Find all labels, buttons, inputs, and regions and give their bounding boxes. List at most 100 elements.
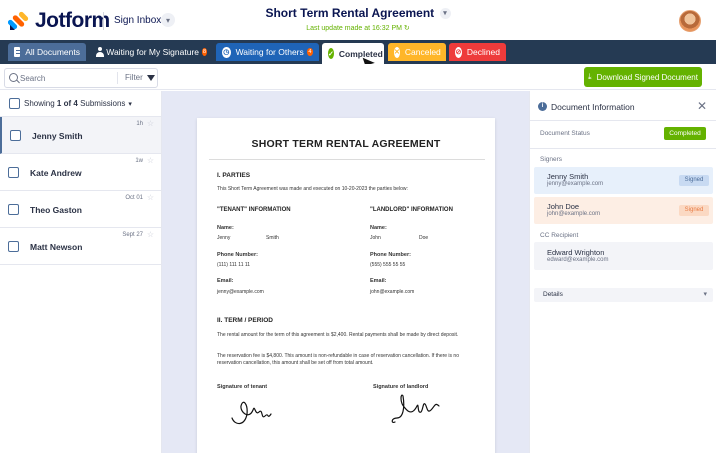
submission-date: Oct 01 [125, 195, 143, 201]
close-icon[interactable]: ✕ [697, 99, 707, 113]
signer-email: john@example.com [547, 211, 601, 217]
landlord-last-name: Doe [419, 235, 429, 241]
cc-recipient-card[interactable]: Edward Wrighton edward@example.com [534, 242, 713, 270]
chevron-down-icon: ▾ [703, 291, 707, 298]
row-checkbox[interactable] [8, 204, 19, 215]
download-label: Download Signed Document [596, 72, 698, 82]
showing-prefix: Showing [24, 99, 55, 108]
tab-canceled[interactable]: ✕ Canceled [388, 43, 446, 61]
search-input[interactable] [20, 69, 110, 87]
filter-button[interactable]: Filter [125, 73, 155, 82]
signed-badge: Signed [679, 175, 709, 186]
parties-text: This Short Term Agreement was made and e… [217, 186, 408, 192]
last-update-label: Last update made at 16:32 PM [306, 25, 402, 32]
tab-waiting-for-my-signature[interactable]: Waiting for My Signature 8 [89, 43, 213, 61]
star-icon[interactable]: ☆ [147, 119, 154, 128]
list-item[interactable]: Matt Newson Sept 27 ☆ [0, 228, 161, 265]
signers-label: Signers [540, 156, 563, 163]
cc-recipient-label: CC Recipient [540, 232, 579, 239]
list-item[interactable]: Kate Andrew 1w ☆ [0, 154, 161, 191]
parties-heading: I. PARTIES [217, 172, 251, 179]
document-page: SHORT TERM RENTAL AGREEMENT I. PARTIES T… [197, 118, 495, 453]
submission-date: 1h [136, 121, 143, 127]
document-status-label: Document Status [540, 130, 590, 137]
submitter-name: Jenny Smith [32, 131, 83, 141]
landlord-first-name: John [370, 235, 381, 241]
filter-funnel-icon [146, 74, 155, 81]
signer-email: jenny@example.com [547, 181, 604, 187]
toolbar: Filter ⤓ Download Signed Document [0, 64, 716, 90]
list-item[interactable]: Theo Gaston Oct 01 ☆ [0, 191, 161, 228]
tab-label: All Documents [25, 47, 80, 57]
document-title[interactable]: Short Term Rental Agreement ▾ [0, 6, 716, 20]
signed-badge: Signed [679, 205, 709, 216]
heading-rule [209, 159, 485, 160]
tenant-last-name: Smith [266, 235, 279, 241]
chevron-down-icon[interactable]: ▾ [439, 8, 451, 20]
tenant-phone: (111) 111 11 11 [217, 262, 251, 268]
cc-email: edward@example.com [547, 257, 609, 263]
tab-label: Waiting for My Signature [106, 47, 199, 57]
term-text-1: The rental amount for the term of this a… [217, 332, 459, 338]
tab-label: Waiting for Others [235, 47, 304, 57]
tenant-first-name: Jenny [217, 235, 231, 241]
row-checkbox[interactable] [10, 130, 21, 141]
star-icon[interactable]: ☆ [147, 156, 154, 165]
declined-icon: ⊘ [455, 46, 462, 58]
landlord-signature-image [391, 394, 440, 423]
list-header: Showing 1 of 4 Submissions ▾ [0, 91, 161, 117]
document-preview-area[interactable]: SHORT TERM RENTAL AGREEMENT I. PARTIES T… [162, 91, 529, 453]
tenant-email: jenny@example.com [217, 289, 264, 295]
row-checkbox[interactable] [8, 241, 19, 252]
signer-name: John Doe [547, 202, 580, 211]
landlord-email: john@example.com [370, 289, 415, 295]
landlord-phone-label: Phone Number: [370, 252, 411, 258]
last-update-text: Last update made at 16:32 PM ↻ [0, 24, 716, 32]
check-circle-icon: ✓ [328, 48, 334, 59]
landlord-phone: (555) 555 55 55 [370, 262, 406, 268]
search-box: Filter [4, 68, 158, 88]
select-all-checkbox[interactable] [9, 98, 20, 109]
cancel-circle-icon: ✕ [394, 46, 400, 58]
star-icon[interactable]: ☆ [147, 193, 154, 202]
tenant-email-label: Email: [217, 278, 234, 284]
tenant-name-label: Name: [217, 225, 234, 231]
tenant-phone-label: Phone Number: [217, 252, 258, 258]
row-checkbox[interactable] [8, 167, 19, 178]
star-icon[interactable]: ☆ [147, 230, 154, 239]
app-header: Jotform Sign Inbox ▾ Short Term Rental A… [0, 0, 716, 40]
status-tabs-bar: All Documents Waiting for My Signature 8… [0, 40, 716, 64]
documents-icon [14, 47, 22, 57]
submission-date: 1w [135, 158, 143, 164]
count-badge: 4 [306, 48, 313, 56]
panel-title: Document Information [551, 102, 635, 112]
info-icon: i [538, 102, 547, 111]
landlord-heading: "LANDLORD" INFORMATION [370, 207, 453, 213]
showing-range: 1 of 4 [56, 99, 78, 108]
details-accordion[interactable]: Details ▾ [534, 288, 713, 302]
panel-header: i Document Information ✕ [530, 91, 716, 121]
tab-all-documents[interactable]: All Documents [8, 43, 86, 61]
user-icon [95, 47, 104, 57]
sort-chevron-icon[interactable]: ▾ [128, 100, 132, 108]
document-title-text: Short Term Rental Agreement [265, 6, 435, 20]
tab-waiting-for-others[interactable]: ◷ Waiting for Others 4 [216, 43, 319, 61]
landlord-name-label: Name: [370, 225, 387, 231]
signer-card[interactable]: John Doe john@example.com Signed [534, 197, 713, 224]
status-badge: Completed [664, 127, 706, 140]
search-icon [9, 73, 18, 82]
tab-label: Declined [466, 47, 500, 57]
document-info-panel: i Document Information ✕ Document Status… [529, 91, 716, 453]
submission-date: Sept 27 [122, 232, 143, 238]
details-label: Details [543, 291, 563, 298]
list-item[interactable]: Jenny Smith 1h ☆ [0, 117, 161, 154]
count-badge: 8 [202, 48, 207, 56]
submitter-name: Matt Newson [30, 242, 83, 252]
signer-name: Jenny Smith [547, 172, 589, 181]
tab-declined[interactable]: ⊘ Declined [449, 43, 506, 61]
download-icon: ⤓ [588, 72, 592, 81]
tenant-signature-image [231, 401, 272, 425]
signer-card[interactable]: Jenny Smith jenny@example.com Signed [534, 167, 713, 194]
user-avatar[interactable] [679, 10, 701, 32]
download-signed-document-button[interactable]: ⤓ Download Signed Document [584, 67, 702, 87]
